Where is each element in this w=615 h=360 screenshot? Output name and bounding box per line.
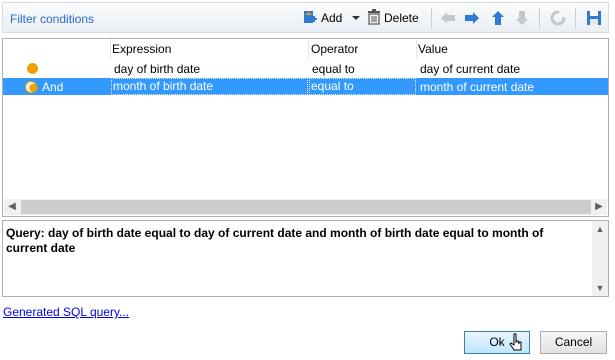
toolbar: Filter conditions Add Delete [2, 2, 609, 33]
vertical-scrollbar[interactable]: ▲ ▼ [592, 221, 608, 296]
delete-label: Delete [384, 11, 419, 25]
condition-row[interactable]: day of birth date equal to day of curren… [3, 60, 608, 77]
toolbar-separator [431, 8, 432, 29]
logical-operator-cell[interactable]: And [42, 80, 63, 94]
scrollbar-thumb[interactable] [21, 200, 591, 214]
save-icon[interactable] [585, 9, 603, 27]
scroll-up-icon[interactable]: ▲ [592, 221, 608, 237]
column-header-value[interactable]: Value [418, 42, 448, 56]
expression-cell[interactable]: day of birth date [114, 62, 200, 76]
query-preview: Query: day of birth date equal to day of… [2, 220, 609, 297]
move-down-icon[interactable] [513, 9, 531, 27]
column-divider[interactable] [110, 39, 111, 59]
operator-cell[interactable]: equal to [309, 78, 416, 95]
add-dropdown[interactable] [352, 8, 360, 28]
scroll-left-icon[interactable]: ◀ [4, 199, 20, 215]
scroll-right-icon[interactable]: ▶ [591, 199, 607, 215]
operator-cell[interactable]: equal to [312, 62, 355, 76]
add-button[interactable]: Add [302, 8, 342, 28]
and-condition-icon [25, 80, 39, 97]
toolbar-separator [539, 8, 540, 29]
conditions-grid[interactable]: Expression Operator Value day of birth d… [2, 38, 609, 217]
value-cell[interactable]: month of current date [420, 80, 534, 94]
column-header-operator[interactable]: Operator [311, 42, 358, 56]
expression-cell[interactable]: month of birth date [111, 78, 308, 95]
panel-title: Filter conditions [10, 12, 95, 26]
scroll-down-icon[interactable]: ▼ [592, 280, 608, 296]
caret-down-icon [352, 11, 360, 25]
condition-row-selected[interactable]: And month of birth date equal to month o… [3, 78, 608, 95]
generated-sql-link[interactable]: Generated SQL query... [3, 305, 129, 319]
grid-header: Expression Operator Value [3, 39, 608, 59]
horizontal-scrollbar[interactable]: ◀ ▶ [4, 199, 607, 215]
add-label: Add [321, 11, 343, 25]
value-cell[interactable]: day of current date [420, 62, 520, 76]
delete-button[interactable]: Delete [367, 8, 419, 28]
move-right-icon[interactable] [463, 9, 481, 27]
column-header-expression[interactable]: Expression [112, 42, 171, 56]
column-divider[interactable] [308, 39, 309, 59]
trash-icon [367, 8, 381, 28]
condition-dot-icon [27, 63, 38, 74]
move-up-icon[interactable] [489, 9, 507, 27]
add-filter-icon [302, 9, 318, 28]
mouse-pointer-icon [509, 333, 523, 356]
cancel-button[interactable]: Cancel [540, 331, 607, 354]
refresh-icon[interactable] [549, 9, 567, 27]
query-text: Query: day of birth date equal to day of… [6, 226, 544, 255]
toolbar-separator [575, 8, 576, 29]
move-left-icon[interactable] [439, 9, 457, 27]
column-divider[interactable] [416, 39, 417, 59]
